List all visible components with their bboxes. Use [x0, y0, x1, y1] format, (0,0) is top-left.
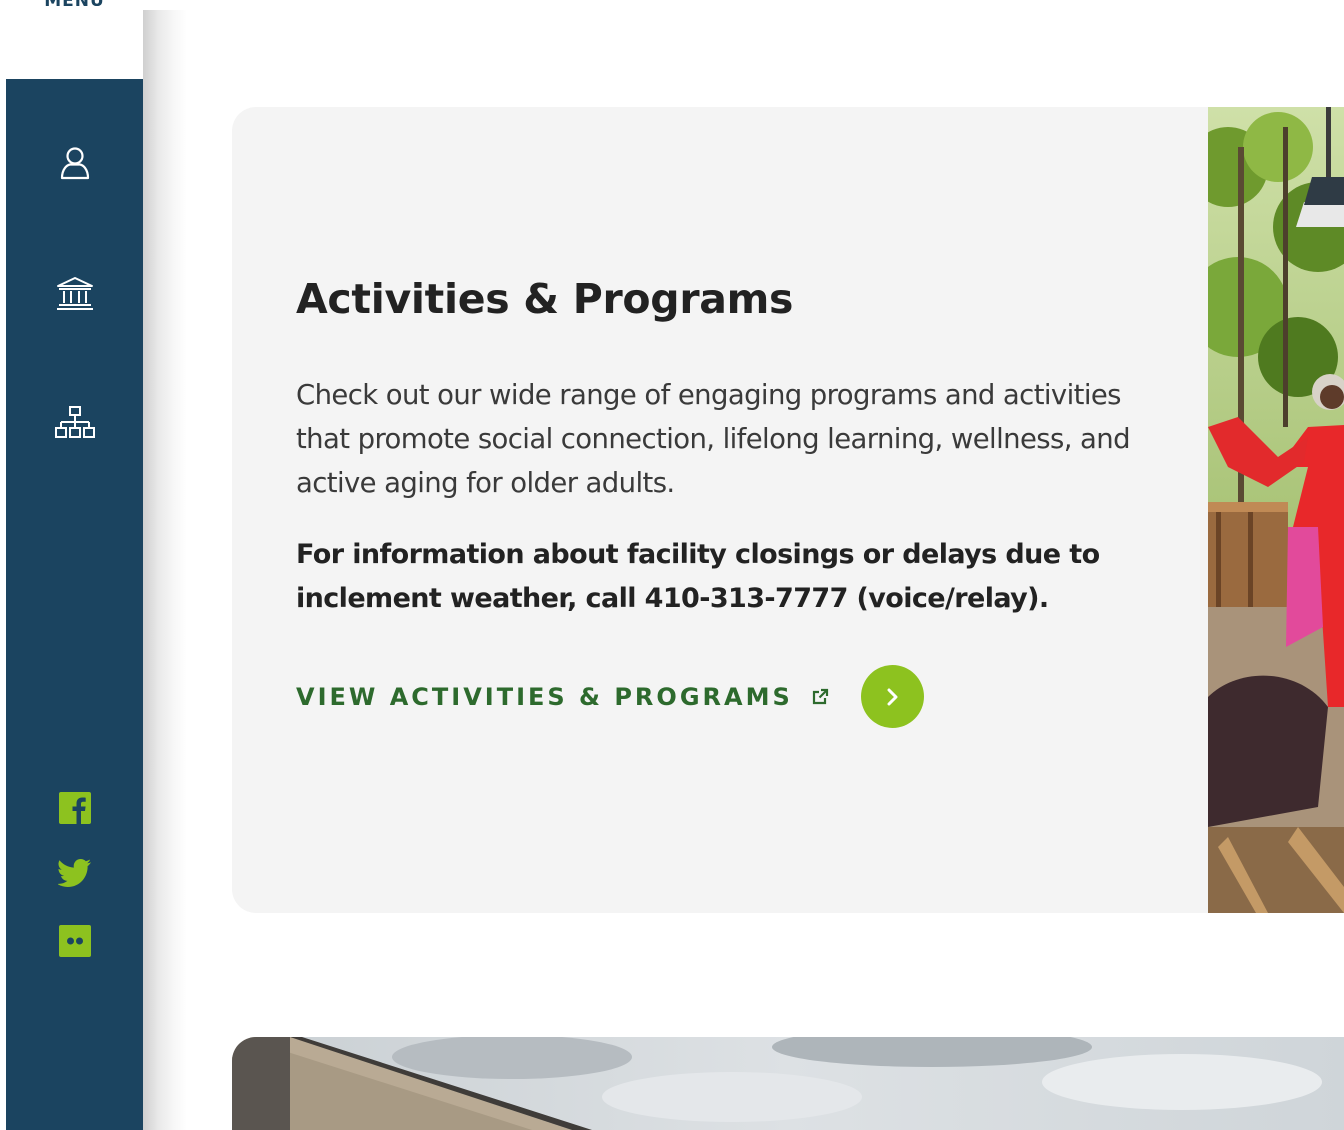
sidebar-government-link[interactable] [6, 275, 143, 311]
activities-photo [1208, 107, 1344, 913]
view-activities-link[interactable]: VIEW ACTIVITIES & PROGRAMS [296, 665, 924, 728]
weather-notice: For information about facility closings … [296, 539, 1100, 614]
sidebar [6, 79, 143, 1130]
cta-arrow-button[interactable] [860, 665, 924, 728]
chevron-right-icon [887, 688, 898, 705]
menu-button[interactable]: MENU [6, 0, 143, 79]
facility-photo [232, 1037, 1344, 1130]
sidebar-shadow [143, 10, 187, 1130]
facebook-link[interactable] [6, 792, 143, 824]
activities-card: Activities & Programs Check out our wide… [232, 107, 1344, 913]
menu-label: MENU [44, 0, 105, 11]
user-icon [60, 147, 89, 180]
sitemap-icon [54, 406, 95, 438]
facebook-icon [58, 792, 91, 824]
twitter-icon [57, 859, 91, 887]
sidebar-account-link[interactable] [6, 145, 143, 181]
sidebar-organization-link[interactable] [6, 405, 143, 441]
page: MENU Activities & Programs Check out our… [0, 0, 1344, 1130]
building-columns-icon [56, 277, 93, 310]
facility-photo-card [232, 1037, 1344, 1130]
card-title: Activities & Programs [296, 275, 794, 323]
cta-label: VIEW ACTIVITIES & PROGRAMS [296, 682, 793, 711]
card-description: Check out our wide range of engaging pro… [296, 379, 1131, 499]
flickr-icon [58, 925, 91, 957]
twitter-link[interactable] [6, 858, 143, 888]
flickr-link[interactable] [6, 925, 143, 957]
external-link-icon [811, 688, 829, 706]
